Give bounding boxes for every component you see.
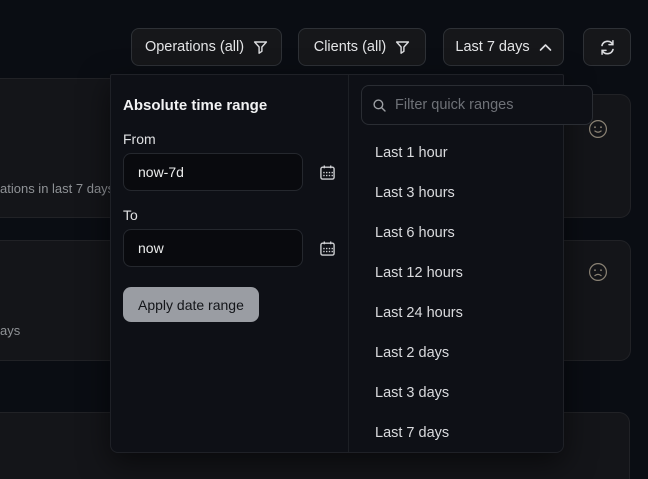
absolute-time-range-section: Absolute time range From To — [111, 75, 348, 452]
to-input[interactable] — [123, 229, 303, 267]
quick-ranges-list: Last 1 hourLast 3 hoursLast 6 hoursLast … — [349, 133, 605, 453]
quick-ranges-section: Last 1 hourLast 3 hoursLast 6 hoursLast … — [348, 75, 605, 452]
chevron-up-icon — [539, 43, 552, 52]
operations-filter-label: Operations (all) — [145, 39, 244, 55]
time-picker-dropdown: Absolute time range From To — [110, 74, 564, 453]
apply-date-range-button[interactable]: Apply date range — [123, 287, 259, 322]
quick-range-item[interactable]: Last 3 days — [349, 373, 605, 413]
background-caption-2: ays — [0, 323, 20, 338]
quick-range-item[interactable]: Last 7 days — [349, 413, 605, 453]
from-input[interactable] — [123, 153, 303, 191]
quick-range-item[interactable]: Last 24 hours — [349, 293, 605, 333]
calendar-icon[interactable] — [319, 164, 336, 181]
quick-range-item[interactable]: Last 12 hours — [349, 253, 605, 293]
refresh-button[interactable] — [583, 28, 631, 66]
filter-funnel-icon — [395, 40, 410, 55]
dashboard-screen: ations in last 7 days ays Operations (al… — [0, 0, 648, 479]
quick-range-item[interactable]: Last 2 days — [349, 333, 605, 373]
time-range-label: Last 7 days — [455, 39, 529, 55]
clients-filter-button[interactable]: Clients (all) — [298, 28, 426, 66]
from-label: From — [123, 131, 336, 147]
quick-ranges-filter-input[interactable] — [395, 97, 582, 113]
calendar-icon[interactable] — [319, 240, 336, 257]
background-caption-1: ations in last 7 days — [0, 181, 114, 196]
quick-range-item[interactable]: Last 3 hours — [349, 173, 605, 213]
time-range-picker-button[interactable]: Last 7 days — [443, 28, 564, 66]
absolute-time-range-title: Absolute time range — [123, 97, 336, 114]
to-label: To — [123, 207, 336, 223]
filter-funnel-icon — [253, 40, 268, 55]
quick-range-item[interactable]: Last 1 hour — [349, 133, 605, 173]
refresh-sync-icon — [599, 39, 616, 56]
search-icon — [372, 98, 387, 113]
quick-range-item[interactable]: Last 6 hours — [349, 213, 605, 253]
quick-ranges-search[interactable] — [361, 85, 593, 125]
operations-filter-button[interactable]: Operations (all) — [131, 28, 282, 66]
clients-filter-label: Clients (all) — [314, 39, 387, 55]
